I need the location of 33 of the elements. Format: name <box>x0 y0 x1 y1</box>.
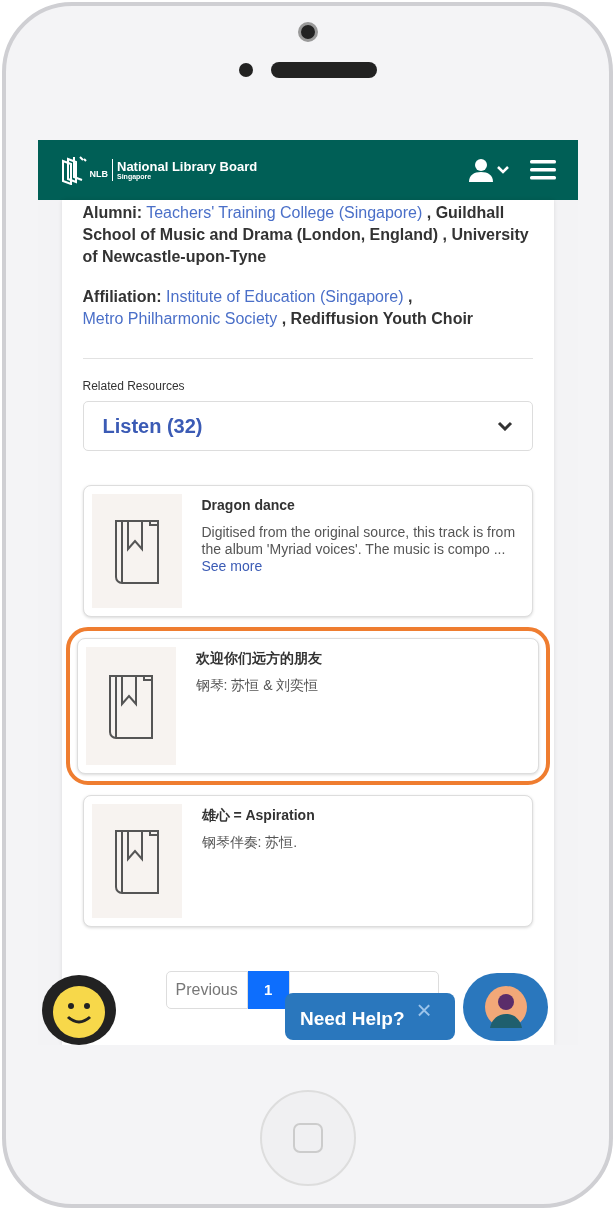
logo-mark: NLB <box>89 168 108 182</box>
smiley-icon[interactable] <box>42 975 116 1045</box>
need-help-button[interactable]: Need Help? × <box>285 993 455 1040</box>
menu-icon[interactable] <box>529 160 556 180</box>
resource-card[interactable]: 欢迎你们远方的朋友 钢琴: 苏恒 & 刘奕恒 <box>76 638 539 774</box>
detail-paragraph: Alumni: Teachers' Training College (Singapore) , Guildhall School of Music and Drama (London, England) , University of Newcastle-upon-Tyne <box>82 203 530 267</box>
resource-card[interactable]: 雄心 = Aspiration 钢琴伴奏: 苏恒. <box>82 795 533 927</box>
camera-icon <box>297 22 318 42</box>
resource-title: Dragon dance <box>201 496 296 515</box>
resource-title: 欢迎你们远方的朋友 <box>195 649 322 668</box>
resource-description: 钢琴: 苏恒 & 刘奕恒 <box>195 677 320 694</box>
account-button[interactable] <box>467 158 510 182</box>
resource-title: 雄心 = Aspiration <box>201 806 315 825</box>
previous-button[interactable]: Previous <box>165 971 248 1009</box>
resource-description: 钢琴伴奏: 苏恒. <box>201 834 299 851</box>
see-more-link[interactable]: See more <box>201 558 263 574</box>
chevron-down-icon <box>496 421 513 431</box>
detail-paragraph: Affiliation: Institute of Education (Singapore) , Metro Philharmonic Society , Rediffusion Youth Choir <box>82 287 475 329</box>
user-icon <box>467 158 494 182</box>
resource-description: Digitised from the original source, this track is from the album 'Myriad voices'. The music is compo ... See more <box>201 524 517 575</box>
chevron-down-icon <box>495 165 510 175</box>
detail-link[interactable]: Teachers' Training College (Singapore) <box>146 204 423 221</box>
speaker-icon <box>270 62 377 78</box>
logo-title: National Library Board <box>117 160 258 173</box>
close-icon[interactable]: × <box>416 997 432 1023</box>
page-button[interactable]: 1 <box>247 971 289 1009</box>
related-resources-label: Related Resources <box>82 378 186 395</box>
resource-card[interactable]: Dragon dance Digitised from the original source, this track is from the album 'Myriad voices'. The music is compo ... See more <box>82 485 533 617</box>
detail-link[interactable]: Metro Philharmonic Society <box>82 310 278 327</box>
resource-type-select[interactable]: Listen (32) <box>82 401 533 451</box>
detail-link[interactable]: Institute of Education (Singapore) <box>166 288 404 305</box>
sensor-icon <box>238 63 253 77</box>
books-logo-icon <box>59 155 88 185</box>
